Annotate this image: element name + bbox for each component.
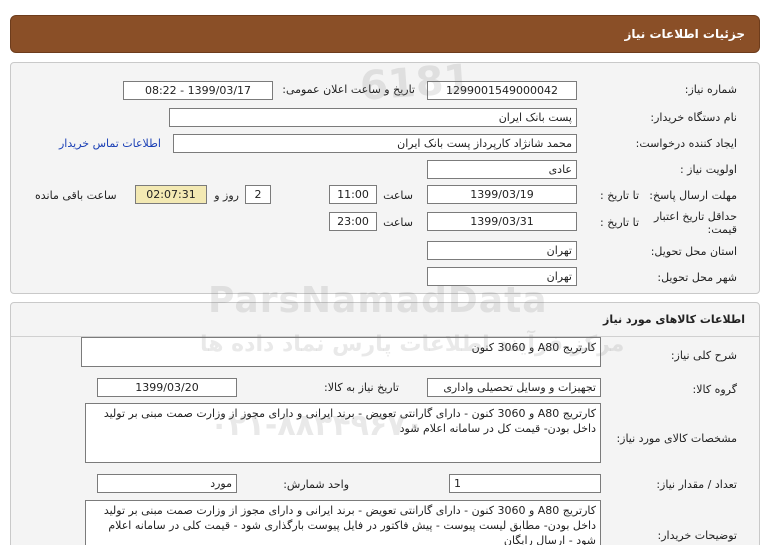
priority-field: عادی [427,160,577,179]
need-date-field: 1399/03/20 [97,378,237,397]
remaining-time-label: ساعت باقی مانده [35,189,117,202]
general-desc-field: کارتریج A80 و 3060 کنون [81,337,601,367]
need-number-field: 1299001549000042 [427,81,577,100]
general-desc-label: شرح کلی نیاز: [670,349,737,362]
response-date-field: 1399/03/19 [427,185,577,204]
response-deadline-label: مهلت ارسال پاسخ: [649,189,737,202]
announce-label: تاریخ و ساعت اعلان عمومی: [282,83,415,96]
days-label: روز و [214,189,239,202]
page-header: جزئیات اطلاعات نیاز [10,15,760,53]
buyer-org-label: نام دستگاه خریدار: [650,111,737,124]
need-date-label: تاریخ نیاز به کالا: [324,381,399,394]
remaining-time-field: 02:07:31 [135,185,207,204]
province-field: تهران [427,241,577,260]
buyer-org-field: پست بانک ایران [169,108,577,127]
goods-info-panel: اطلاعات کالاهای مورد نیاز شرح کلی نیاز: … [10,302,760,545]
quantity-label: تعداد / مقدار نیاز: [656,478,737,491]
goods-group-field: تجهیزات و وسایل تحصیلی واداری [427,378,601,397]
specs-label: مشخصات کالای مورد نیاز: [616,432,737,445]
province-label: استان محل تحویل: [650,245,737,258]
announce-field: 1399/03/17 - 08:22 [123,81,273,100]
buyer-contact-link[interactable]: اطلاعات تماس خریدار [59,137,161,150]
price-until-date-label: تا تاریخ : [600,216,639,229]
until-date-label: تا تاریخ : [600,189,639,202]
need-number-label: شماره نیاز: [684,83,737,96]
priority-label: اولویت نیاز : [679,163,737,176]
price-validity-label: حداقل تاریخ اعتبار قیمت: [653,210,737,236]
response-time-label: ساعت [383,189,413,202]
goods-section-title: اطلاعات کالاهای مورد نیاز [603,313,745,326]
city-field: تهران [427,267,577,286]
unit-label: واحد شمارش: [283,478,349,491]
response-time-field: 11:00 [329,185,377,204]
buyer-notes-label: توضیحات خریدار: [657,529,738,542]
unit-field: مورد [97,474,237,493]
price-time-field: 23:00 [329,212,377,231]
price-time-label: ساعت [383,216,413,229]
quantity-field: 1 [449,474,601,493]
buyer-notes-field: کارتریج A80 و 3060 کنون - دارای گارانتی … [85,500,601,545]
specs-field: کارتریج A80 و 3060 کنون - دارای گارانتی … [85,403,601,463]
goods-group-label: گروه کالا: [692,383,737,396]
need-info-panel: شماره نیاز: 1299001549000042 تاریخ و ساع… [10,62,760,294]
creator-label: ایجاد کننده درخواست: [635,137,737,150]
creator-field: محمد شانژاد کارپرداز پست بانک ایران [173,134,577,153]
price-date-field: 1399/03/31 [427,212,577,231]
days-field: 2 [245,185,271,204]
city-label: شهر محل تحویل: [657,271,737,284]
page-title: جزئیات اطلاعات نیاز [624,27,745,41]
